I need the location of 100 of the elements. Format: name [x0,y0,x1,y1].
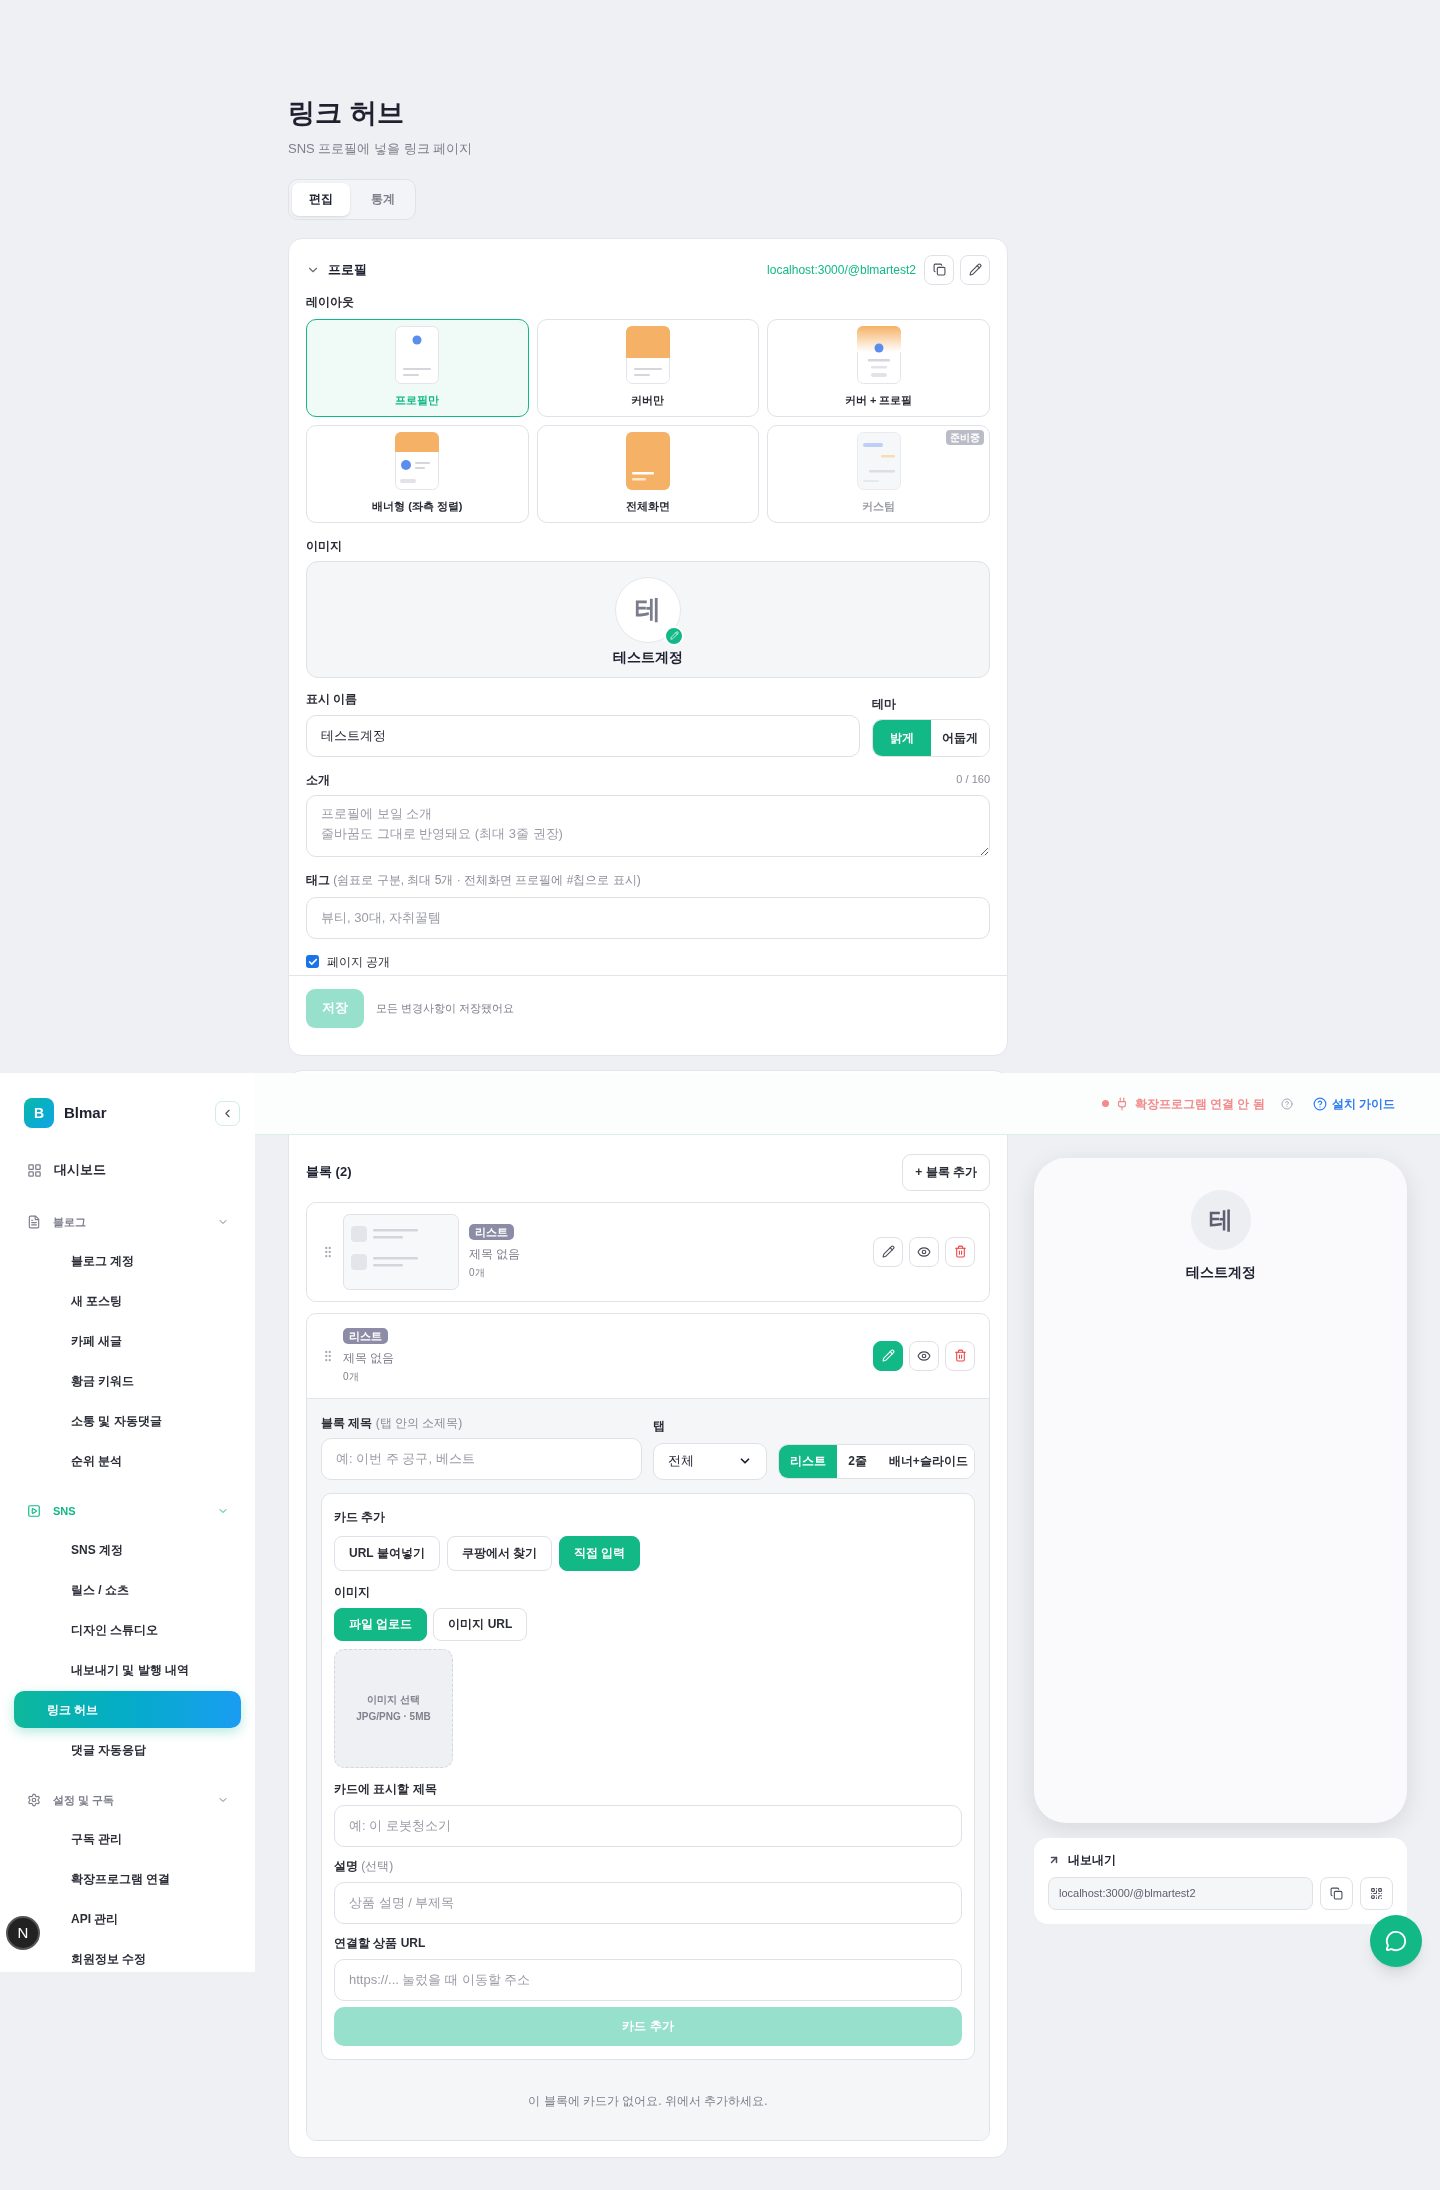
layout-option[interactable]: 커버 + 프로필 [767,318,990,417]
nav-item[interactable]: 황금 키워드 [38,1362,141,1399]
question-icon [1312,1096,1327,1111]
export-url-field[interactable]: localhost:3000/@blmartest2 [1048,1876,1313,1910]
copy-icon [932,263,946,276]
qr-code-button[interactable] [1360,1876,1393,1910]
field-label: 블록 제목 (탭 안의 소제목) [321,1414,464,1432]
nav-item[interactable]: 확장프로그램 연결 [38,1860,177,1897]
layout-preview-icon [626,326,670,385]
copy-button[interactable] [1320,1876,1353,1910]
nav-item[interactable]: SNS 계정 [38,1531,129,1568]
chat-button[interactable] [1370,1915,1422,1967]
section-title: 프로필 [328,260,367,279]
layout-preview-icon [395,432,440,491]
add-block-button[interactable]: + 블록 추가 [902,1153,990,1191]
nav-item[interactable]: 대시보드 [54,1160,106,1180]
add-method-button[interactable]: 쿠팡에서 찾기 [446,1535,553,1571]
tab[interactable]: 통계 [354,182,412,216]
nav-item[interactable]: 디자인 스튜디오 [38,1611,165,1648]
layout-option[interactable]: 전체화면 [536,424,760,523]
nav-item[interactable]: 구독 관리 [38,1820,129,1857]
card-title-field[interactable]: 예: 이 로봇청소기 [334,1804,962,1847]
edit-badge[interactable] [664,625,684,646]
tab[interactable]: 편집 [292,182,350,216]
avatar[interactable]: 테 [615,576,681,643]
gear-icon [27,1793,41,1807]
add-method-button[interactable]: URL 붙여넣기 [334,1535,440,1571]
page-subtitle: SNS 프로필에 넣을 링크 페이지 [288,140,474,158]
nav-item[interactable]: 내보내기 및 발행 내역 [38,1651,195,1688]
checkbox[interactable] [306,955,319,968]
qr-code-icon [1370,1886,1383,1900]
coming-soon-badge: 준비중 [946,429,984,445]
layout-preview-icon [395,326,440,385]
pencil-icon [881,1245,895,1258]
trash-icon [953,1349,967,1362]
empty-message: 이 블록에 카드가 없어요. 위에서 추가하세요. [527,2092,769,2110]
nav-item[interactable]: 순위 분석 [38,1442,129,1479]
card-count: 0개 [469,1265,485,1280]
display-name-field[interactable]: 테스트계정 [306,714,860,757]
field-label: 소개 [306,771,330,789]
avatar-name: 테스트계정 [613,647,683,667]
block-thumbnail-icon [343,1213,459,1290]
avatar: 테 [1190,1189,1251,1250]
pencil-icon [968,263,982,276]
layout-option[interactable]: 커버만 [536,318,760,417]
field-label: 카드에 표시할 제목 [334,1780,438,1798]
tags-field[interactable]: 뷰티, 30대, 자취꿀템 [306,896,990,939]
layout-option[interactable]: 배너형 (좌측 정렬) [306,424,529,523]
document-icon [27,1215,41,1229]
layout-preview-icon [626,432,670,491]
check-icon [307,956,318,967]
trash-icon [953,1245,967,1258]
layout-preview-icon [856,326,901,385]
eye-icon [917,1348,931,1363]
copy-button[interactable] [924,254,954,285]
tab-select[interactable]: 전체 [653,1442,768,1480]
field-label: 설명 (선택) [334,1857,395,1875]
export-title: 내보내기 [1068,1851,1116,1869]
visibility-button[interactable] [909,1340,939,1371]
visibility-button[interactable] [909,1236,939,1267]
field-label: 이미지 [306,537,343,555]
grid-icon [27,1162,42,1178]
nav-section-header[interactable]: 설정 및 구독 [14,1780,241,1820]
character-count: 0 / 160 [956,772,990,788]
delete-button[interactable] [945,1236,975,1267]
block-type-badge: 리스트 [469,1223,514,1240]
nav-item[interactable]: API 관리 [38,1900,125,1937]
brand-name: Blmar [64,1102,107,1123]
save-status: 모든 변경사항이 저장됐어요 [376,1000,515,1016]
checkbox-label: 페이지 공개 [327,953,391,971]
block-type-badge: 리스트 [343,1327,388,1344]
chat-bubble-icon [1385,1930,1407,1952]
intro-field[interactable]: 프로필에 보일 소개 줄바꿈도 그대로 반영돼요 (최대 3줄 권장) [306,794,990,857]
field-label: 레이아웃 [306,293,355,311]
product-url-field[interactable]: https://... 눌렀을 때 이동할 주소 [334,1958,962,2001]
collapse-sidebar-button[interactable] [215,1100,240,1126]
eye-icon [917,1244,931,1259]
nav-item[interactable]: 댓글 자동응답 [38,1731,153,1768]
field-label: 카드 추가 [334,1508,387,1526]
image-source-button[interactable]: 이미지 URL [433,1607,528,1641]
nav-item[interactable]: 회원정보 수정 [38,1940,153,1972]
install-guide-link[interactable]: 설치 가이드 [1312,1094,1395,1113]
field-label: 테마 [872,695,897,713]
preview-name: 테스트계정 [1185,1262,1256,1282]
field-label: 탭 [653,1417,666,1435]
delete-button[interactable] [945,1340,975,1371]
description-field[interactable]: 상품 설명 / 부제목 [334,1881,962,1924]
nav-item[interactable]: 블로그 계정 [38,1242,141,1279]
nav-section-header[interactable]: 블로그 [14,1202,241,1242]
nav-item[interactable]: 소통 및 자동댓글 [38,1402,168,1439]
nav-item[interactable]: 새 포스팅 [38,1282,129,1319]
extension-status: 확장프로그램 연결 안 됨 [1134,1095,1265,1113]
nav-item[interactable]: 릴스 / 쇼츠 [38,1571,135,1608]
nav-item[interactable]: 카페 새글 [38,1322,129,1359]
pencil-icon [881,1349,895,1362]
block-title: 제목 없음 [469,1245,521,1263]
blocks-title: 블록 (2) [306,1163,352,1182]
block-title-field[interactable]: 예: 이번 주 공구, 베스트 [321,1437,642,1480]
field-label: 태그 (쉼표로 구분, 최대 5개 · 전체화면 프로필에 #칩으로 표시) [306,871,642,889]
brand-logo: B [24,1098,54,1128]
